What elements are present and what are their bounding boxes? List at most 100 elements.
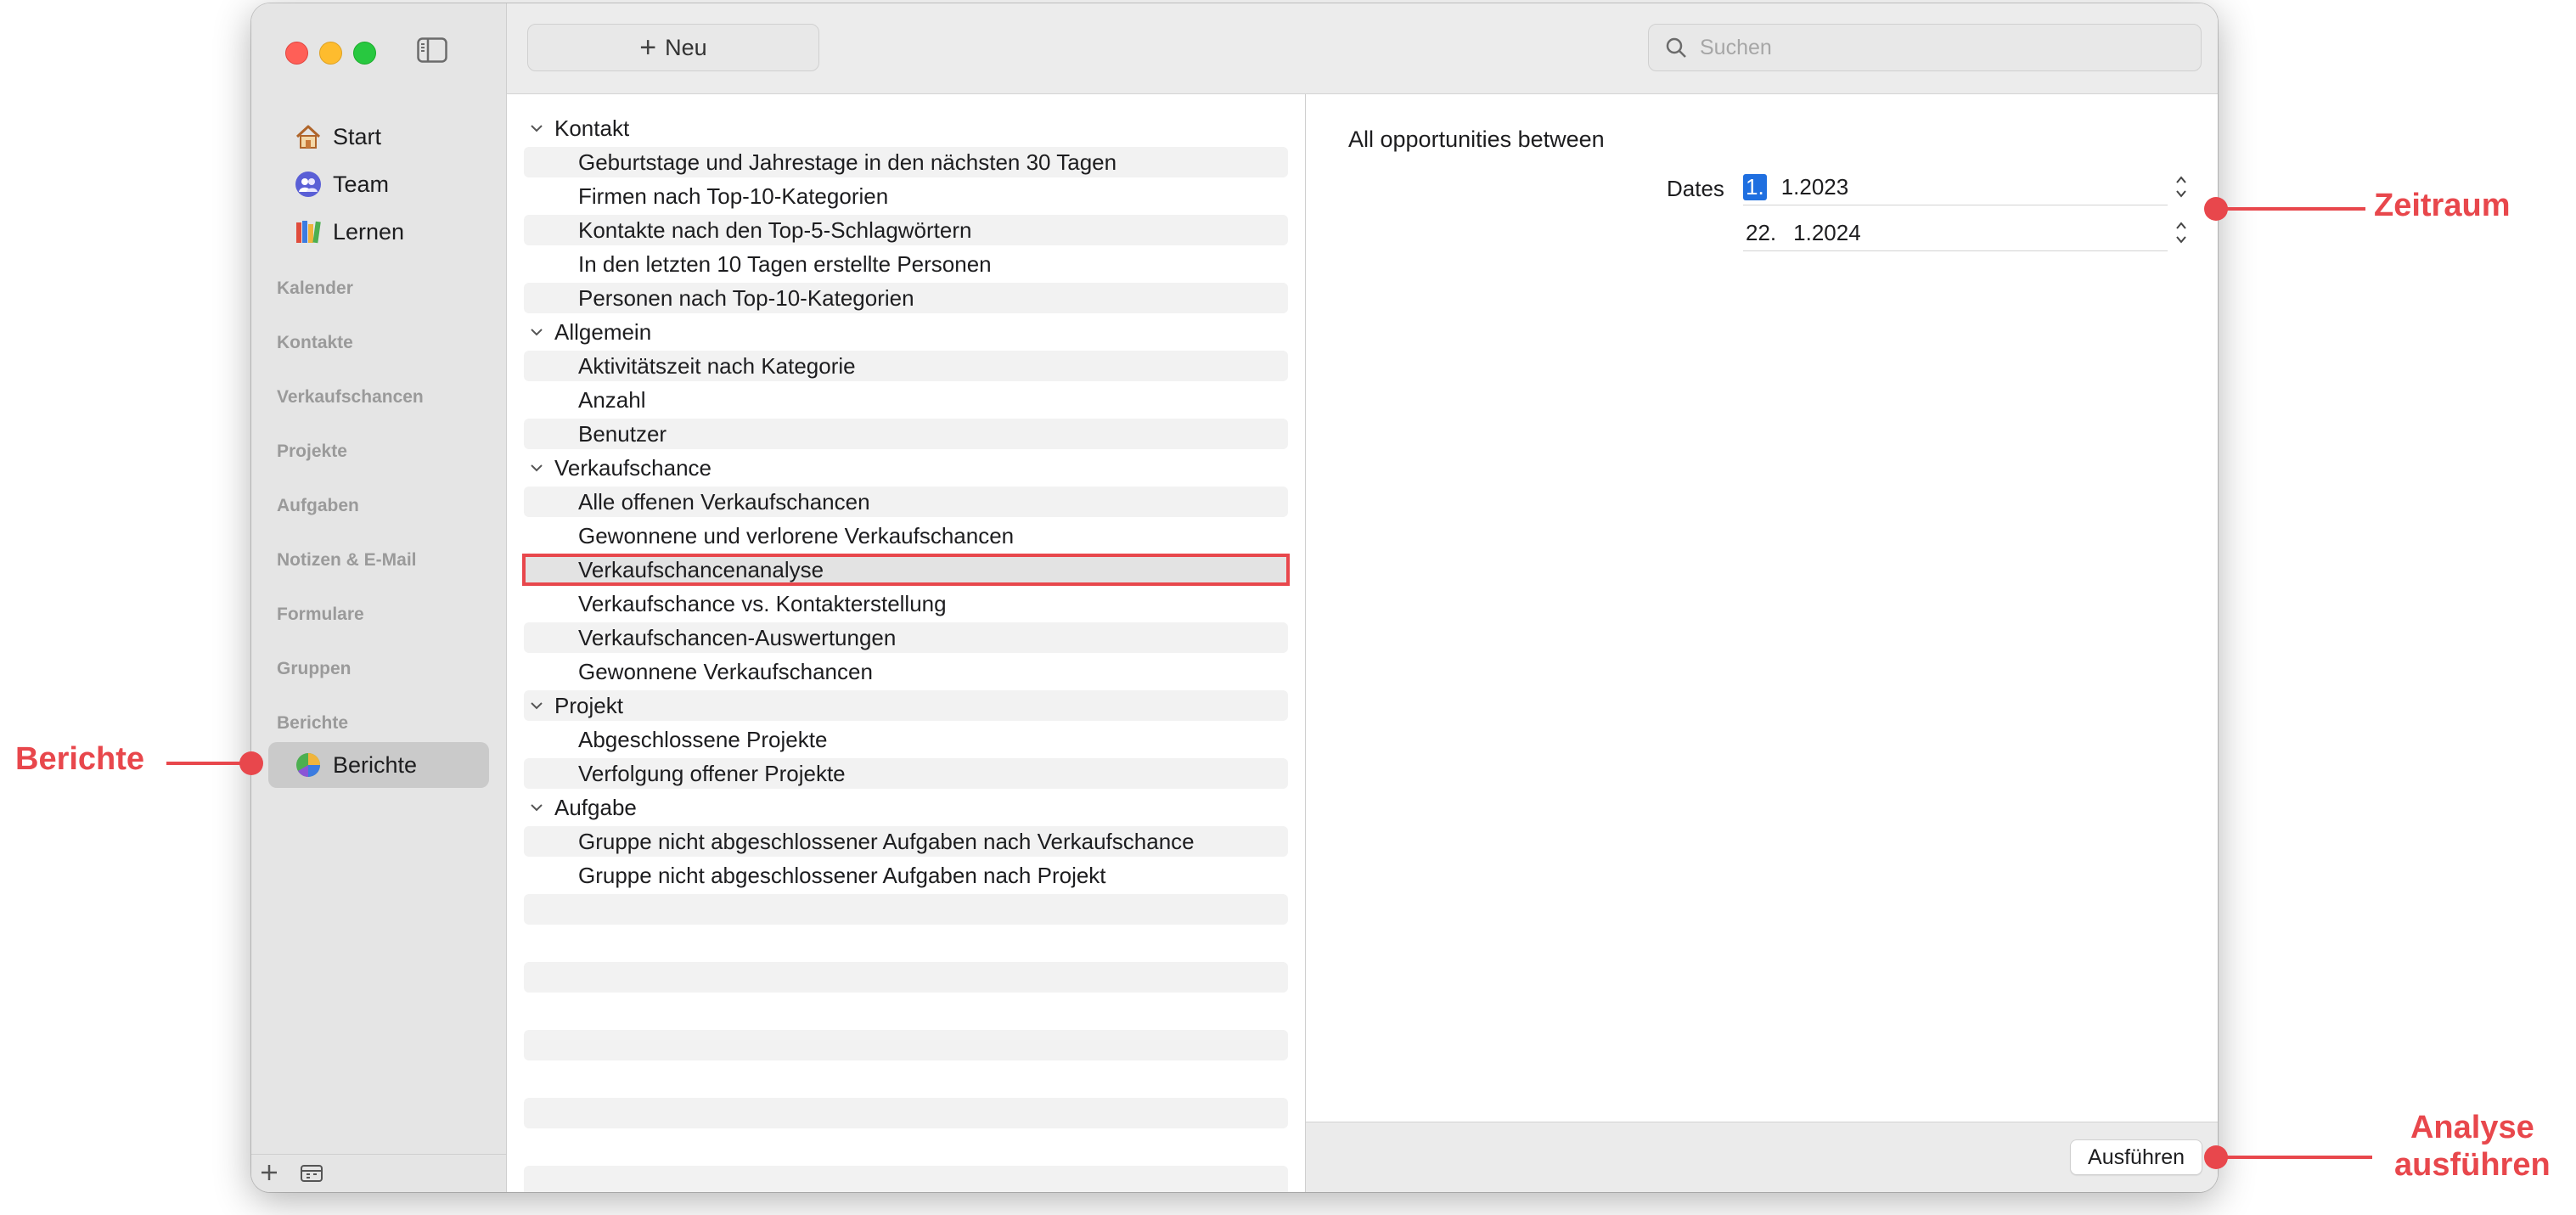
list-item[interactable]: Gruppe nicht abgeschlossener Aufgaben na… <box>524 826 1288 857</box>
list-item[interactable]: Kontakte nach den Top-5-Schlagwörtern <box>524 215 1288 245</box>
list-item[interactable]: Verfolgung offener Projekte <box>524 758 1288 789</box>
report-list: Kontakt Geburtstage und Jahrestage in de… <box>507 94 1306 1192</box>
callout-analyse-dot <box>2204 1145 2228 1169</box>
group-allgemein[interactable]: Allgemein <box>524 317 1288 347</box>
add-icon[interactable] <box>256 1160 282 1185</box>
empty-row <box>524 1166 1288 1192</box>
callout-berichte-label: Berichte <box>15 741 145 777</box>
list-item[interactable]: Anzahl <box>524 385 1288 415</box>
report-detail: All opportunities between Dates 1. 1.202… <box>1306 94 2218 1192</box>
list-item[interactable]: Abgeschlossene Projekte <box>524 724 1288 755</box>
chevron-down-icon <box>531 125 543 132</box>
list-item[interactable]: Alle offenen Verkaufschancen <box>524 487 1288 517</box>
toolbar: + Neu <box>507 3 2218 94</box>
group-label: Allgemein <box>554 318 652 345</box>
books-icon <box>294 217 323 246</box>
empty-row <box>524 1098 1288 1128</box>
empty-row <box>524 894 1288 925</box>
list-item[interactable]: Verkaufschance vs. Kontakterstellung <box>524 588 1288 619</box>
list-item[interactable]: Gewonnene Verkaufschancen <box>524 656 1288 687</box>
end-date-field[interactable]: 22. 1.2024 <box>1743 215 2168 251</box>
group-kontakt[interactable]: Kontakt <box>524 113 1288 143</box>
end-date-stepper[interactable] <box>2172 215 2191 250</box>
start-date-rest[interactable]: 1.2023 <box>1779 174 1852 200</box>
sidebar-item-team[interactable]: Team <box>268 161 489 207</box>
group-label: Kontakt <box>554 115 630 141</box>
detail-footer: Ausführen <box>1306 1122 2218 1192</box>
sidebar-section-aufgaben[interactable]: Aufgaben <box>277 496 359 516</box>
empty-row <box>524 1030 1288 1060</box>
search-field[interactable] <box>1648 24 2202 71</box>
sidebar-item-label: Berichte <box>333 751 418 778</box>
house-icon <box>294 122 323 151</box>
list-item[interactable]: In den letzten 10 Tagen erstellte Person… <box>524 249 1288 279</box>
sidebar-item-lernen[interactable]: Lernen <box>268 209 489 255</box>
minimize-window-button[interactable] <box>319 42 342 65</box>
callout-analyse-line1: Analyse <box>2410 1110 2534 1145</box>
end-date-day[interactable]: 22. <box>1743 220 1779 246</box>
dates-label: Dates <box>1667 176 1724 201</box>
chevron-down-icon <box>531 464 543 472</box>
new-button[interactable]: + Neu <box>527 24 819 71</box>
callout-zeitraum-label: Zeitraum <box>2374 188 2511 223</box>
start-date-field[interactable]: 1. 1.2023 <box>1743 169 2168 205</box>
sidebar-section-verkaufschancen[interactable]: Verkaufschancen <box>277 387 424 408</box>
sidebar-item-label: Team <box>333 171 390 197</box>
sidebar-item-berichte[interactable]: Berichte <box>268 742 489 788</box>
list-item[interactable]: Aktivitätszeit nach Kategorie <box>524 351 1288 381</box>
group-label: Aufgabe <box>554 794 637 820</box>
pie-chart-icon <box>294 751 323 779</box>
app-window: Start Team Lernen Kalender Kontakte Verk… <box>251 3 2218 1192</box>
list-item-selected[interactable]: Verkaufschancenanalyse <box>524 554 1288 585</box>
start-date-stepper[interactable] <box>2172 169 2191 205</box>
list-item[interactable]: Personen nach Top-10-Kategorien <box>524 283 1288 313</box>
callout-zeitraum-dot <box>2204 197 2228 221</box>
sidebar-section-kalender[interactable]: Kalender <box>277 278 353 299</box>
detail-title: All opportunities between <box>1348 127 1605 152</box>
list-item[interactable]: Firmen nach Top-10-Kategorien <box>524 181 1288 211</box>
list-item[interactable]: Gewonnene und verlorene Verkaufschancen <box>524 520 1288 551</box>
group-label: Projekt <box>554 692 623 718</box>
sidebar-section-formulare[interactable]: Formulare <box>277 605 364 625</box>
callout-analyse-line2: ausführen <box>2394 1147 2551 1183</box>
callout-berichte-dot <box>239 751 263 775</box>
sidebar-section-kontakte[interactable]: Kontakte <box>277 333 353 353</box>
group-projekt[interactable]: Projekt <box>524 690 1288 721</box>
plus-icon: + <box>639 31 657 64</box>
start-date-day[interactable]: 1. <box>1743 173 1767 200</box>
group-label: Verkaufschance <box>554 454 712 481</box>
chevron-down-icon <box>531 329 543 336</box>
close-window-button[interactable] <box>285 42 308 65</box>
chevron-down-icon <box>531 804 543 812</box>
sidebar-section-notizen[interactable]: Notizen & E-Mail <box>277 550 417 571</box>
list-item[interactable]: Geburtstage und Jahrestage in den nächst… <box>524 147 1288 177</box>
chevron-down-icon <box>531 702 543 710</box>
sidebar-section-gruppen[interactable]: Gruppen <box>277 659 352 679</box>
list-item[interactable]: Benutzer <box>524 419 1288 449</box>
sidebar-item-label: Lernen <box>333 218 405 245</box>
callout-zeitraum-line <box>2226 207 2365 211</box>
sidebar-item-label: Start <box>333 123 382 149</box>
search-icon <box>1664 36 1688 59</box>
sidebar-section-projekte[interactable]: Projekte <box>277 442 347 462</box>
callout-analyse-line <box>2226 1156 2372 1159</box>
empty-row <box>524 962 1288 993</box>
zoom-window-button[interactable] <box>353 42 376 65</box>
sidebar: Start Team Lernen Kalender Kontakte Verk… <box>251 3 507 1192</box>
team-icon <box>294 170 323 199</box>
run-button[interactable]: Ausführen <box>2070 1139 2202 1175</box>
callout-analyse-label: Analyse ausführen <box>2394 1109 2551 1184</box>
new-button-label: Neu <box>665 34 707 60</box>
calendar-view-icon[interactable] <box>299 1162 324 1185</box>
sidebar-toggle-icon[interactable] <box>417 37 447 63</box>
list-item[interactable]: Verkaufschancen-Auswertungen <box>524 622 1288 653</box>
sidebar-section-berichte: Berichte <box>277 713 349 733</box>
search-input[interactable] <box>1698 34 2177 61</box>
group-verkaufschance[interactable]: Verkaufschance <box>524 453 1288 483</box>
group-aufgabe[interactable]: Aufgabe <box>524 792 1288 823</box>
sidebar-item-start[interactable]: Start <box>268 114 489 160</box>
end-date-rest[interactable]: 1.2024 <box>1791 220 1864 246</box>
list-item[interactable]: Gruppe nicht abgeschlossener Aufgaben na… <box>524 860 1288 891</box>
sidebar-bottom-bar <box>251 1154 506 1192</box>
callout-berichte-line <box>166 762 243 765</box>
